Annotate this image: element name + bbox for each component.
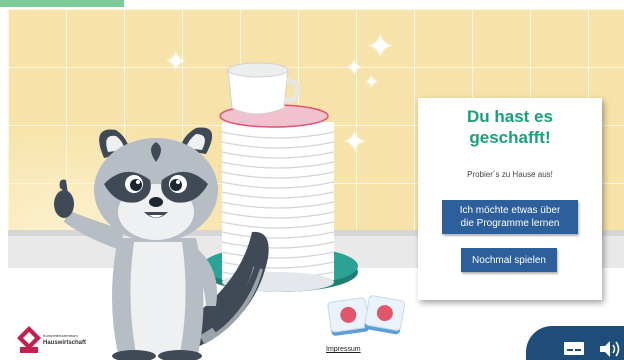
sparkle-icon: ✦ [164,45,188,78]
play-again-button[interactable]: Nochmal spielen [461,248,557,272]
left-margin [0,9,8,360]
logo-line1: Kompetenzzentrum [43,333,78,338]
top-accent-bar [0,0,124,7]
kompetenzzentrum-logo: Kompetenzzentrum Hauswirtschaft [14,323,94,358]
dialog-subtitle: Probier´s zu Hause aus! [467,170,553,179]
speaker-icon [600,341,620,357]
learn-programs-button[interactable]: Ich möchte etwas über die Programme lern… [442,200,578,234]
learn-programs-button-line2: die Programme lernen [460,218,560,229]
subtitles-button[interactable] [563,340,585,358]
dialog-title: Du hast es geschafft! [418,106,602,148]
sound-button[interactable] [598,340,622,358]
house-logo-icon [17,326,41,353]
dishwasher-tabs-illustration [327,295,406,336]
game-scene: ✦ ✦ ✦ ✦ ✦ Du hast es geschafft! Probier´… [0,0,624,360]
impressum-link[interactable]: Impressum [326,346,361,353]
dialog-title-line2: geschafft! [469,128,551,147]
logo-line2: Hauswirtschaft [43,340,87,346]
sparkle-icon: ✦ [366,27,395,67]
subtitles-icon [564,342,584,355]
dialog-title-line1: Du hast es [467,107,553,126]
success-dialog: Du hast es geschafft! Probier´s zu Hause… [418,98,602,300]
learn-programs-button-line1: Ich möchte etwas über [459,205,561,216]
